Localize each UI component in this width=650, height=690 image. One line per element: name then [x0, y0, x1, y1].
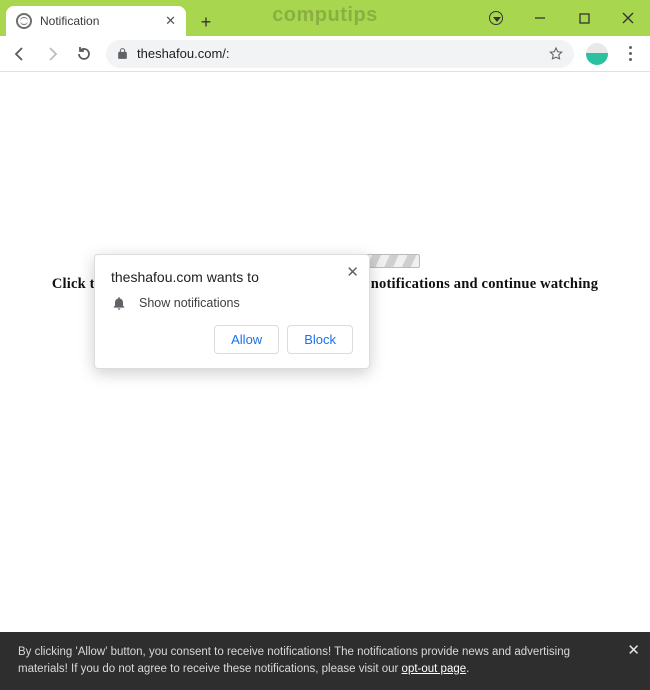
forward-button[interactable]	[38, 40, 66, 68]
allow-button[interactable]: Allow	[214, 325, 279, 354]
permission-label: Show notifications	[139, 296, 240, 310]
tab-title: Notification	[40, 14, 157, 28]
incognito-avatar-icon[interactable]	[474, 0, 518, 36]
address-bar[interactable]: theshafou.com/:	[106, 40, 574, 68]
watermark-text: computips	[272, 4, 378, 27]
kebab-menu-icon	[629, 46, 632, 61]
permission-popup: ✕ theshafou.com wants to Show notificati…	[94, 254, 370, 369]
lock-icon	[116, 47, 129, 60]
permission-row: Show notifications	[111, 295, 353, 311]
maximize-button[interactable]	[562, 0, 606, 36]
browser-toolbar: theshafou.com/:	[0, 36, 650, 72]
block-button[interactable]: Block	[287, 325, 353, 354]
consent-footer: ✕ By clicking 'Allow' button, you consen…	[0, 632, 650, 690]
browser-menu-button[interactable]	[616, 40, 644, 68]
window-titlebar: Notification ✕ + computips	[0, 0, 650, 36]
browser-tab[interactable]: Notification ✕	[6, 6, 186, 36]
opt-out-link[interactable]: opt-out page	[402, 663, 467, 675]
close-window-button[interactable]	[606, 0, 650, 36]
footer-text-after: .	[466, 663, 469, 675]
popup-actions: Allow Block	[111, 325, 353, 354]
bell-icon	[111, 295, 127, 311]
bookmark-star-icon[interactable]	[548, 46, 564, 62]
globe-icon	[16, 13, 32, 29]
footer-text-before: By clicking 'Allow' button, you consent …	[18, 646, 570, 675]
minimize-button[interactable]	[518, 0, 562, 36]
url-text: theshafou.com/:	[137, 46, 540, 61]
reload-button[interactable]	[70, 40, 98, 68]
popup-close-icon[interactable]: ✕	[346, 263, 359, 281]
footer-close-icon[interactable]: ✕	[627, 640, 640, 663]
page-viewport: ✕ theshafou.com wants to Show notificati…	[0, 254, 650, 690]
close-tab-icon[interactable]: ✕	[165, 13, 176, 29]
window-controls	[474, 0, 650, 36]
popup-title: theshafou.com wants to	[111, 269, 353, 285]
back-button[interactable]	[6, 40, 34, 68]
profile-avatar[interactable]	[586, 43, 608, 65]
new-tab-button[interactable]: +	[192, 8, 220, 36]
